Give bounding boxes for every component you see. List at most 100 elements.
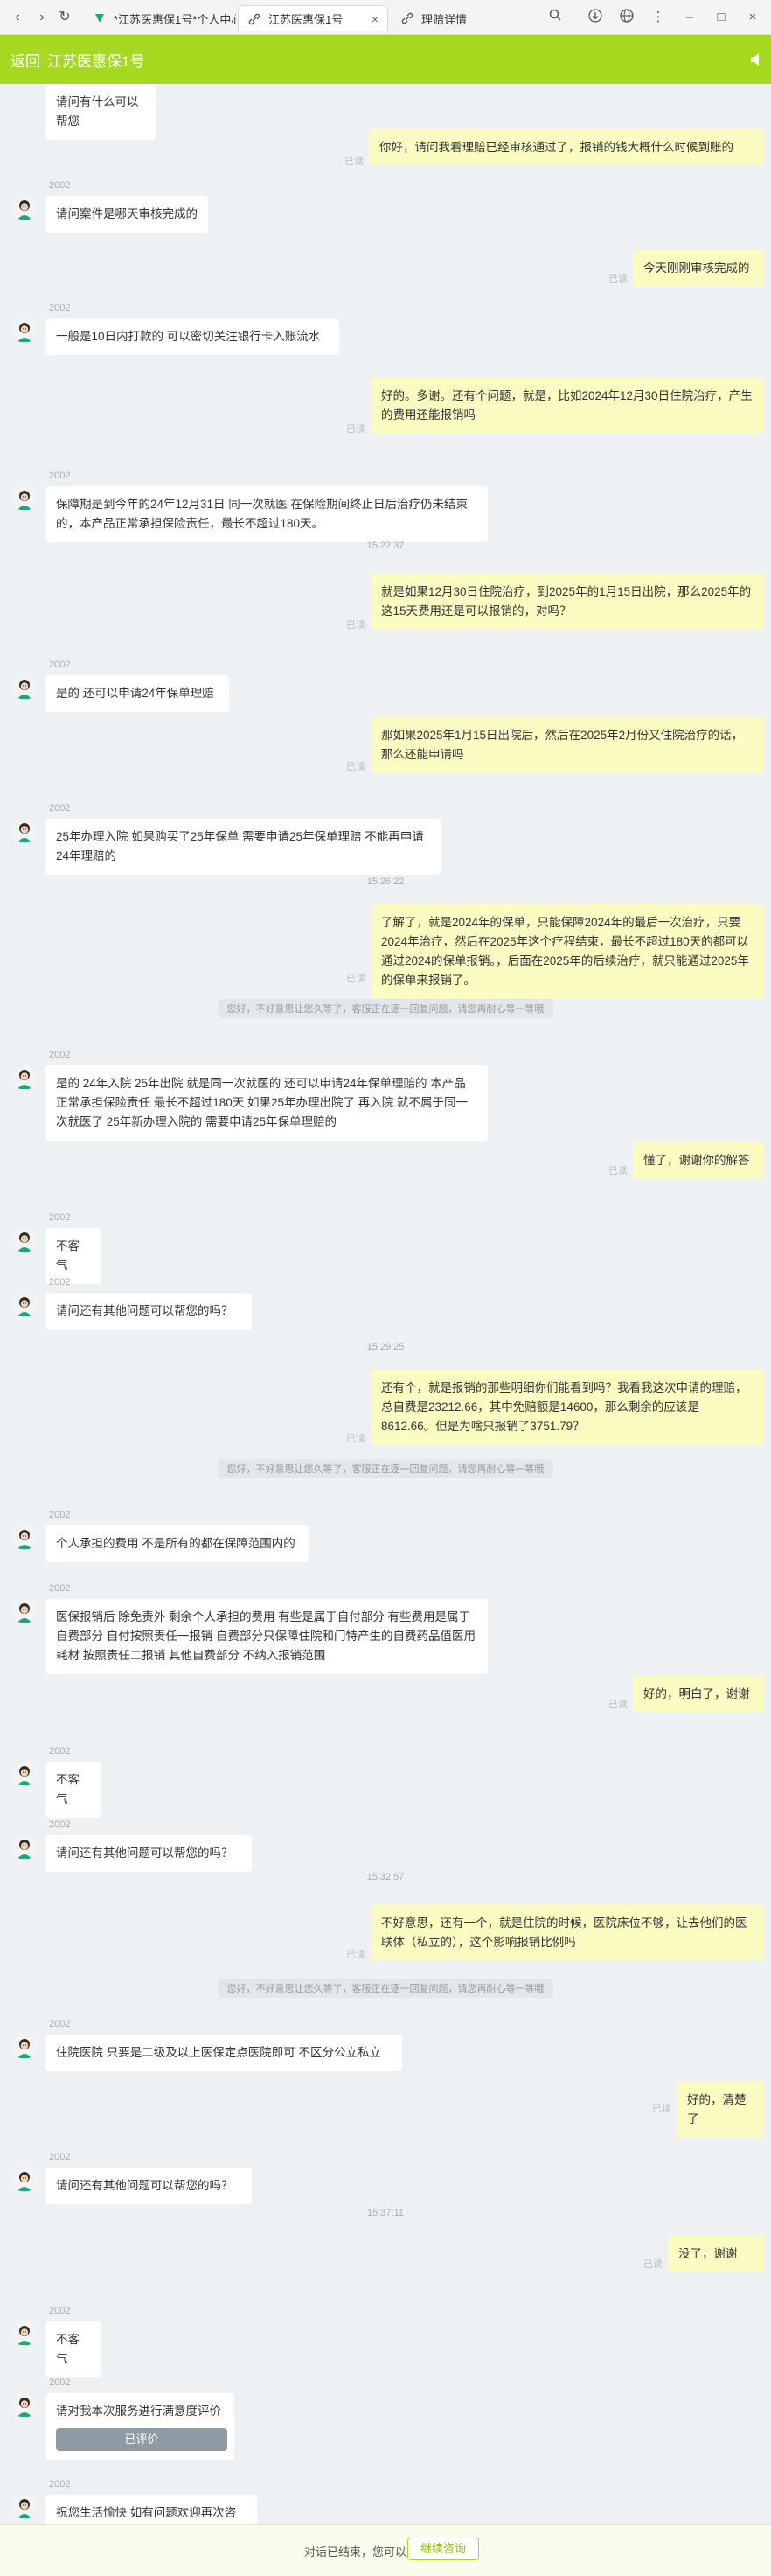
user-message: 好的，明白了，谢谢: [633, 1676, 764, 1713]
site-favicon-icon: [93, 11, 107, 25]
message-bubble: 好的。多谢。还有个问题，就是，比如2024年12月30日住院治疗，产生的费用还能…: [371, 378, 764, 434]
message-text: 不好意思，还有一个，就是住院的时候，医院床位不够，让去他们的医联体（私立的），这…: [381, 1916, 747, 1949]
agent-name: 2002: [49, 1746, 71, 1756]
message-bubble: 请问还有其他问题可以帮您的吗？: [45, 1835, 252, 1872]
globe-icon[interactable]: [617, 8, 636, 27]
message-bubble: 一般是10日内打款的 可以密切关注银行卡入账流水: [45, 318, 339, 355]
message-bubble: 是的 24年入院 25年出院 就是同一次就医的 还可以申请24年保单理赔的 本产…: [45, 1065, 488, 1141]
tab-claim-details[interactable]: 理赔详情: [392, 5, 531, 31]
message-text: 懂了，谢谢你的解答: [643, 1154, 750, 1167]
maximize-icon[interactable]: □: [712, 8, 731, 27]
continue-consult-button[interactable]: 继续咨询: [407, 2538, 479, 2560]
message-bubble: 你好，请问我看理赔已经审核通过了，报销的钱大概什么时候到账的: [369, 129, 764, 166]
chat-conversation[interactable]: 请问有什么可以帮您你好，请问我看理赔已经审核通过了，报销的钱大概什么时候到账的 2…: [0, 84, 771, 2524]
minimize-icon[interactable]: –: [680, 8, 699, 27]
agent-message: 祝您生活愉快 如有问题欢迎再次咨询: [45, 2495, 257, 2524]
agent-name: 2002: [49, 1510, 71, 1520]
read-receipt: 已读: [346, 974, 365, 984]
read-receipt: 已读: [346, 762, 365, 772]
agent-avatar: [12, 1599, 37, 1623]
close-window-icon[interactable]: ×: [743, 8, 762, 27]
message-text: 那如果2025年1月15日出院后，然后在2025年2月份又住院治疗的话，那么还能…: [381, 729, 744, 761]
search-icon[interactable]: [545, 8, 565, 27]
rated-button[interactable]: 已评价: [56, 2428, 227, 2451]
message-bubble: 请问还有其他问题可以帮您的吗？: [45, 1293, 252, 1330]
agent-message: 请对我本次服务进行满意度评价 已评价: [45, 2393, 234, 2460]
message-text: 了解了，就是2024年的保单，只能保障2024年的最后一次治疗，只要2024年治…: [381, 916, 749, 987]
message-text: 是的 24年入院 25年出院 就是同一次就医的 还可以申请24年保单理赔的 本产…: [56, 1077, 469, 1128]
read-receipt: 已读: [643, 2259, 663, 2270]
agent-message: 请问有什么可以帮您: [45, 84, 156, 140]
agent-avatar: [12, 1293, 37, 1317]
message-text: 25年办理入院 如果购买了25年保单 需要申请25年保单理赔 不能再申请24年理…: [56, 830, 424, 862]
speaker-icon[interactable]: [748, 51, 766, 68]
agent-message: 请问案件是哪天审核完成的: [45, 196, 208, 233]
user-message: 还有个，就是报销的那些明细你们能看到吗？我看我这次申请的理赔，总自费是23212…: [371, 1370, 764, 1445]
timestamp: 15:32:57: [366, 1872, 405, 1882]
user-message: 懂了，谢谢你的解答: [633, 1142, 764, 1179]
read-receipt: 已读: [346, 1434, 365, 1444]
read-receipt: 已读: [608, 274, 628, 284]
download-icon[interactable]: [586, 8, 605, 27]
message-bubble: 没了，谢谢: [668, 2236, 764, 2272]
message-bubble: 个人承担的费用 不是所有的都在保障范围内的: [45, 1525, 309, 1562]
user-message: 了解了，就是2024年的保单，只能保障2024年的最后一次治疗，只要2024年治…: [371, 904, 764, 999]
message-text: 一般是10日内打款的 可以密切关注银行卡入账流水: [56, 330, 321, 343]
tab-label: 江苏医惠保1号: [268, 13, 344, 26]
message-text: 住院医院 只要是二级及以上医保定点医院即可 不区分公立私立: [56, 2046, 382, 2059]
tab-label: 理赔详情: [421, 12, 468, 26]
message-text: 个人承担的费用 不是所有的都在保障范围内的: [56, 1537, 295, 1550]
message-bubble: 请问案件是哪天审核完成的: [45, 196, 208, 233]
agent-name: 2002: [49, 1212, 71, 1223]
tab-personal-center[interactable]: *江苏医惠保1号*个人中心: [84, 5, 236, 31]
message-text: 好的。多谢。还有个问题，就是，比如2024年12月30日住院治疗，产生的费用还能…: [381, 389, 753, 422]
message-text: 是的 还可以申请24年保单理赔: [56, 687, 214, 700]
agent-name: 2002: [49, 1819, 71, 1830]
message-bubble: 就是如果12月30日住院治疗，到2025年的1月15日出院，那么2025年的这1…: [371, 574, 764, 630]
agent-avatar: [12, 2495, 37, 2519]
back-link[interactable]: 返回: [10, 49, 40, 71]
message-text: 请问还有其他问题可以帮您的吗？: [56, 2179, 233, 2192]
agent-name: 2002: [49, 303, 71, 313]
message-text: 你好，请问我看理赔已经审核通过了，报销的钱大概什么时候到账的: [379, 141, 733, 154]
forward-arrow-icon[interactable]: ›: [33, 9, 51, 26]
menu-dots-icon[interactable]: ⋮: [649, 8, 668, 27]
close-tab-icon[interactable]: ×: [372, 12, 379, 26]
system-notice-text: 您好，不好意思让您久等了，客服正在逐一回复问题，请您再耐心等一等哦: [218, 999, 553, 1018]
user-message: 没了，谢谢: [668, 2236, 764, 2272]
message-bubble: 请对我本次服务进行满意度评价 已评价: [45, 2393, 234, 2460]
agent-message: 不客气: [45, 1762, 101, 1818]
message-bubble: 还有个，就是报销的那些明细你们能看到吗？我看我这次申请的理赔，总自费是23212…: [371, 1370, 764, 1445]
agent-name: 2002: [49, 803, 71, 813]
agent-message: 一般是10日内打款的 可以密切关注银行卡入账流水: [45, 318, 339, 355]
tab-current[interactable]: 江苏医惠保1号 ×: [238, 5, 388, 31]
message-bubble: 不客气: [45, 1228, 101, 1284]
reload-icon[interactable]: ↻: [56, 9, 73, 26]
agent-name: 2002: [49, 660, 71, 670]
message-bubble: 不客气: [45, 1762, 101, 1818]
agent-message: 请问还有其他问题可以帮您的吗？: [45, 1293, 252, 1330]
agent-message: 住院医院 只要是二级及以上医保定点医院即可 不区分公立私立: [45, 2035, 402, 2071]
message-text: 保障期是到今年的24年12月31日 同一次就医 在保险期间终止日后治疗仍未结束的…: [56, 498, 469, 530]
agent-message: 保障期是到今年的24年12月31日 同一次就医 在保险期间终止日后治疗仍未结束的…: [45, 486, 488, 542]
agent-message: 请问还有其他问题可以帮您的吗？: [45, 2168, 252, 2204]
message-text: 不客气: [56, 1239, 80, 1272]
conversation-ended-bar: 对话已结束，您可以 继续咨询: [0, 2524, 771, 2576]
message-text: 好的，清楚了: [687, 2093, 747, 2126]
agent-name: 2002: [49, 471, 71, 481]
system-notice: 您好，不好意思让您久等了，客服正在逐一回复问题，请您再耐心等一等哦: [0, 999, 771, 1018]
system-notice: 您好，不好意思让您久等了，客服正在逐一回复问题，请您再耐心等一等哦: [0, 1979, 771, 1998]
agent-avatar: [12, 1762, 37, 1786]
agent-avatar: [12, 2393, 37, 2418]
agent-avatar: [12, 1525, 37, 1550]
read-receipt: 已读: [608, 1166, 628, 1176]
agent-name: 2002: [49, 2479, 71, 2489]
read-receipt: 已读: [346, 620, 365, 631]
message-bubble: 好的，清楚了: [677, 2082, 764, 2138]
agent-avatar: [12, 675, 37, 700]
message-text: 不客气: [56, 1773, 80, 1805]
message-text: 好的，明白了，谢谢: [643, 1687, 750, 1700]
back-arrow-icon[interactable]: ‹: [9, 9, 26, 26]
read-receipt: 已读: [344, 157, 364, 167]
browser-tab-bar: ‹ › ↻ *江苏医惠保1号*个人中心 江苏医惠保1号 × 理赔详情 ⋮ – □: [0, 0, 771, 35]
